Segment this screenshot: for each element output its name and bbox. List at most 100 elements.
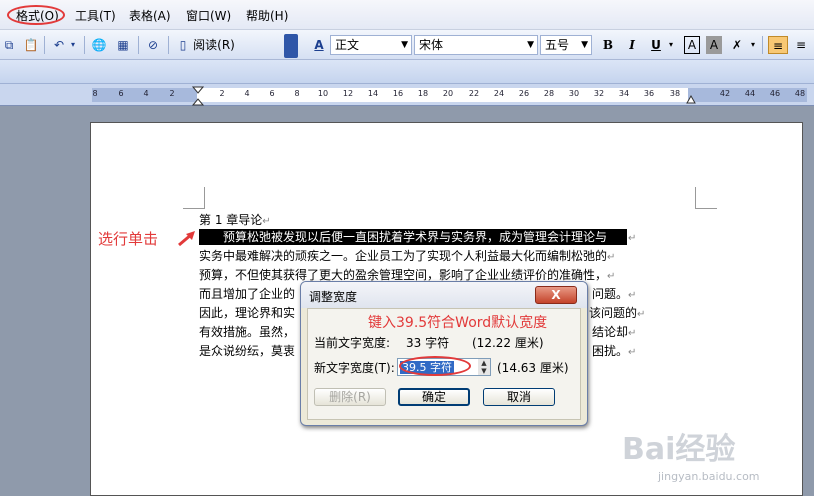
spinner-icon[interactable]: ▲ ▼ — [478, 359, 490, 375]
document-line-fragment[interactable]: 该问题的↵ — [589, 305, 645, 321]
document-line[interactable]: 实务中最难解决的顽疾之一。企业员工为了实现个人利益最大化而编制松弛的↵ — [199, 248, 615, 264]
scaling-dropdown-icon[interactable]: ▾ — [748, 36, 758, 54]
ruler-tick-label: 44 — [744, 89, 756, 98]
undo-icon[interactable]: ↶ — [50, 36, 68, 54]
toolbar-separator — [168, 36, 169, 54]
annotation-select-hint: 选行单击 — [98, 230, 159, 248]
font-size-combo[interactable]: 五号 ▼ — [540, 35, 592, 55]
underline-dropdown-icon[interactable]: ▾ — [666, 36, 676, 54]
current-width-chars: 33 字符 — [406, 336, 450, 350]
character-border-button[interactable]: A — [684, 36, 700, 54]
read-button[interactable]: 阅读(R) — [192, 36, 236, 54]
menu-format-highlight-ring — [7, 5, 65, 25]
menu-help[interactable]: 帮助(H) — [246, 7, 288, 24]
line-text: 预算，不但使其获得了更大的盈余管理空间，影响了企业业绩评价的准确性， — [199, 268, 608, 282]
italic-button[interactable]: I — [624, 36, 640, 54]
dialog-titlebar[interactable]: 调整宽度 X — [301, 282, 587, 308]
toolbar-strip — [0, 60, 814, 84]
ruler-tick-label: 2 — [219, 89, 225, 98]
delete-button[interactable]: 删除(R) — [314, 388, 386, 406]
line-text: 因此，理论界和实 — [199, 306, 296, 320]
ruler-tick-label: 6 — [269, 89, 275, 98]
ruler-tick-label: 38 — [669, 89, 681, 98]
line-text: 实务中最难解决的顽疾之一。企业员工为了实现个人利益最大化而编制松弛的 — [199, 249, 608, 263]
ruler-tick-label: 22 — [468, 89, 480, 98]
line-text: 问题。 — [592, 287, 629, 301]
chevron-down-icon[interactable]: ▼ — [401, 36, 408, 54]
heading-text: 第 1 章导论 — [199, 213, 263, 227]
ruler-tick-label: 46 — [769, 89, 781, 98]
styles-pane-icon[interactable]: A — [310, 36, 328, 54]
selected-line-text: 预算松弛被发现以后便一直困扰着学术界与实务界，成为管理会计理论与 — [223, 230, 608, 244]
paragraph-mark: ↵ — [607, 271, 616, 282]
current-width-label: 当前文字宽度: — [314, 336, 391, 350]
new-width-label: 新文字宽度(T): — [314, 361, 395, 375]
chevron-down-icon[interactable]: ▼ — [527, 36, 534, 54]
undo-dropdown-icon[interactable]: ▾ — [68, 36, 78, 54]
ruler-tick-label: 4 — [244, 89, 250, 98]
underline-button[interactable]: U — [648, 36, 664, 54]
table-icon[interactable]: ▦ — [114, 36, 132, 54]
ruler-tick-label: 20 — [442, 89, 454, 98]
toolbar-separator — [762, 36, 763, 54]
line-text: 有效措施。虽然， — [199, 325, 296, 339]
line-text: 结论却 — [592, 325, 629, 339]
document-line-fragment[interactable]: 问题。↵ — [592, 286, 636, 302]
document-line-fragment[interactable]: 结论却↵ — [592, 324, 636, 340]
paste-icon[interactable]: 📋 — [22, 36, 40, 54]
align-center-icon[interactable]: ≡ — [792, 36, 810, 54]
document-line[interactable]: 因此，理论界和实 — [199, 305, 295, 321]
line-text: 而且增加了企业的 — [199, 287, 296, 301]
font-value: 宋体 — [419, 38, 444, 52]
bold-button[interactable]: B — [600, 36, 616, 54]
copy-icon[interactable]: ⧉ — [0, 36, 18, 54]
paragraph-mark: ↵ — [637, 309, 646, 320]
help-icon[interactable]: ⊘ — [144, 36, 162, 54]
ruler-tick-label: 48 — [794, 89, 806, 98]
style-combo[interactable]: 正文 ▼ — [330, 35, 412, 55]
ruler-tick-label: 28 — [543, 89, 555, 98]
menu-table[interactable]: 表格(A) — [129, 7, 171, 24]
ok-button[interactable]: 确定 — [398, 388, 470, 406]
line-text: 是众说纷纭，莫衷 — [199, 344, 296, 358]
paragraph-mark: ↵ — [262, 216, 271, 227]
ruler-tick-label: 30 — [568, 89, 580, 98]
document-line[interactable]: 有效措施。虽然， — [199, 324, 295, 340]
ruler-tick-label: 42 — [719, 89, 731, 98]
hyperlink-icon[interactable]: 🌐 — [90, 36, 108, 54]
paragraph-mark: ↵ — [628, 233, 637, 244]
document-line[interactable]: 是众说纷纭，莫衷 — [199, 343, 295, 359]
ruler-tick-label: 16 — [392, 89, 404, 98]
toolbar-separator — [44, 36, 45, 54]
arrow-icon — [178, 231, 195, 247]
watermark-url: jingyan.baidu.com — [658, 470, 760, 483]
document-line[interactable]: 而且增加了企业的 — [199, 286, 295, 302]
align-justify-icon[interactable]: ≡ — [768, 36, 788, 54]
document-heading[interactable]: 第 1 章导论↵ — [199, 212, 271, 228]
document-line-fragment[interactable]: 困扰。↵ — [592, 343, 636, 359]
selected-line[interactable]: 预算松弛被发现以后便一直困扰着学术界与实务界，成为管理会计理论与 — [199, 229, 627, 245]
cancel-button[interactable]: 取消 — [483, 388, 555, 406]
ruler-tick-label: 36 — [643, 89, 655, 98]
ruler-tick-label: 12 — [342, 89, 354, 98]
paragraph-mark: ↵ — [628, 328, 637, 339]
character-shading-button[interactable]: A — [706, 36, 722, 54]
ruler-tick-label: 24 — [493, 89, 505, 98]
menu-tools[interactable]: 工具(T) — [75, 7, 116, 24]
right-indent-marker-icon[interactable] — [686, 94, 696, 104]
paragraph-mark: ↵ — [628, 290, 637, 301]
close-icon[interactable]: X — [535, 286, 577, 304]
ruler-tick-label: 14 — [367, 89, 379, 98]
toolbar-grip-handle[interactable] — [284, 34, 298, 58]
indent-marker-icon[interactable] — [192, 86, 204, 106]
character-scaling-icon[interactable]: ✗ — [728, 36, 746, 54]
menu-window[interactable]: 窗口(W) — [186, 7, 231, 24]
menu-bar: 格式(O) 工具(T) 表格(A) 窗口(W) 帮助(H) — [0, 0, 814, 30]
toolbar-separator — [84, 36, 85, 54]
new-width-cm: (14.63 厘米) — [497, 361, 569, 375]
horizontal-ruler[interactable]: 8 6 4 2 2 4 6 8 10 12 14 16 18 20 22 24 26 28 30 32 34 36 38 42… — [0, 84, 814, 106]
font-size-value: 五号 — [545, 38, 570, 52]
chevron-down-icon[interactable]: ▼ — [581, 36, 588, 54]
ruler-tick-label: 6 — [118, 89, 124, 98]
font-combo[interactable]: 宋体 ▼ — [414, 35, 538, 55]
